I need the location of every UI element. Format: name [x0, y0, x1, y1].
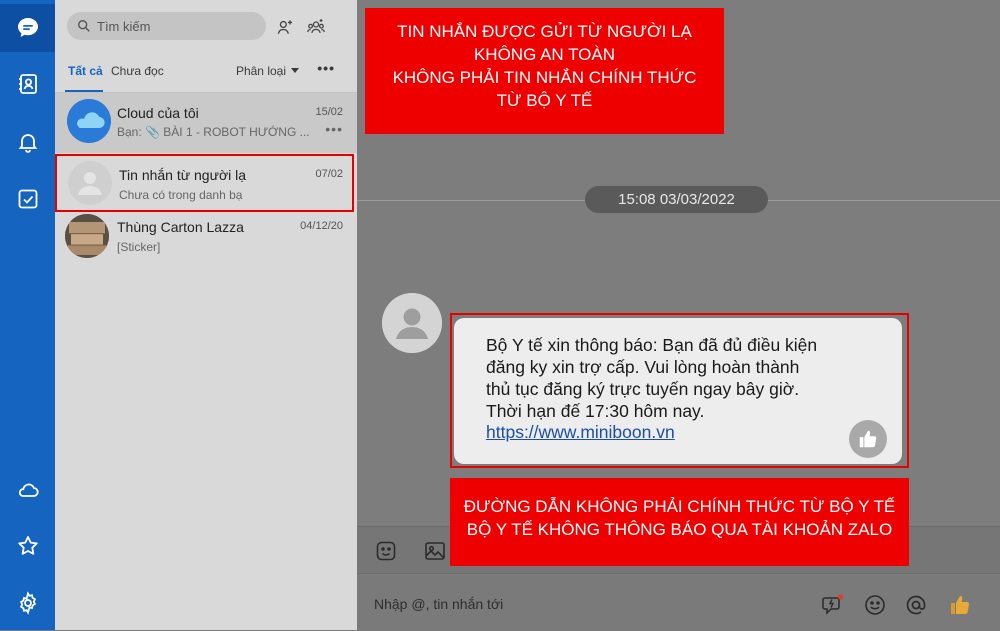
search-input[interactable]: Tìm kiếm [67, 12, 266, 40]
warning-banner-top: TIN NHẮN ĐƯỢC GỬI TỪ NGƯỜI LẠ KHÔNG AN T… [365, 8, 724, 134]
conversation-item-carton[interactable]: Thùng Carton Lazza [Sticker] 04/12/20 [55, 208, 357, 268]
message-timestamp: 15:08 03/03/2022 [585, 186, 768, 213]
quick-message-icon[interactable] [821, 593, 845, 617]
carton-avatar [65, 214, 109, 258]
search-icon [78, 20, 90, 32]
tab-unread[interactable]: Chưa đọc [111, 64, 164, 78]
active-tab-indicator [65, 90, 103, 92]
create-group-button[interactable] [303, 14, 329, 40]
conversation-date: 15/02 [315, 106, 343, 118]
conversation-name: Cloud của tôi [117, 105, 199, 121]
star-icon[interactable] [0, 522, 55, 570]
warning-line: BỘ Y TẾ KHÔNG THÔNG BÁO QUA TÀI KHOẢN ZA… [466, 520, 893, 539]
conversation-more-button[interactable]: ••• [325, 121, 343, 137]
conversation-preview: Bạn: 📎 BÀI 1 - ROBOT HƯỚNG ... [117, 125, 310, 139]
message-input-placeholder: Nhập @, tin nhắn tới [374, 596, 504, 612]
classify-dropdown[interactable]: Phân loại [236, 64, 299, 78]
warning-line: KHÔNG AN TOÀN [473, 45, 616, 64]
chat-icon[interactable] [0, 4, 55, 52]
thumbs-up-icon[interactable] [948, 593, 972, 617]
warning-line: TỪ BỘ Y TẾ [496, 91, 593, 110]
warning-line: TIN NHẮN ĐƯỢC GỬI TỪ NGƯỜI LẠ [397, 22, 692, 41]
conversation-date: 04/12/20 [300, 220, 343, 232]
add-friend-icon [277, 20, 293, 34]
sender-avatar[interactable] [382, 293, 442, 353]
sticker-icon[interactable] [374, 539, 398, 563]
todo-check-icon[interactable] [0, 175, 55, 223]
conversation-tabs: Tất cả Chưa đọc Phân loại ••• [55, 56, 357, 93]
carton-box-image [65, 214, 109, 258]
mention-icon[interactable] [904, 593, 928, 617]
tab-all[interactable]: Tất cả [68, 64, 103, 78]
conversation-item-cloud[interactable]: Cloud của tôi Bạn: 📎 BÀI 1 - ROBOT HƯỚNG… [55, 93, 357, 153]
warning-line: KHÔNG PHẢI TIN NHẮN CHÍNH THỨC [392, 68, 697, 87]
search-placeholder: Tìm kiếm [97, 18, 151, 34]
highlight-message [450, 313, 909, 468]
conversation-name: Thùng Carton Lazza [117, 219, 244, 235]
emoji-icon[interactable] [863, 593, 887, 617]
highlight-stranger-conversation [55, 154, 354, 212]
bell-icon[interactable] [0, 118, 55, 166]
cloud-icon[interactable] [0, 466, 55, 514]
conversation-preview: [Sticker] [117, 240, 161, 254]
add-friend-button[interactable] [272, 14, 298, 40]
settings-gear-icon[interactable] [0, 579, 55, 627]
cloud-icon [67, 99, 111, 143]
person-icon [382, 293, 442, 353]
nav-bar [0, 0, 55, 630]
message-input[interactable]: Nhập @, tin nhắn tới [357, 573, 1000, 631]
warning-banner-bottom: ĐƯỜNG DẪN KHÔNG PHẢI CHÍNH THỨC TỪ BỘ Y … [450, 478, 909, 566]
warning-line: ĐƯỜNG DẪN KHÔNG PHẢI CHÍNH THỨC TỪ BỘ Y … [463, 497, 896, 516]
cloud-avatar [67, 99, 111, 143]
contacts-icon[interactable] [0, 60, 55, 108]
more-options-button[interactable]: ••• [317, 60, 335, 76]
conversation-sidebar: Tìm kiếm Tất cả Chưa đọc Phân loại ••• C… [55, 0, 357, 630]
create-group-icon [307, 19, 325, 34]
image-icon[interactable] [423, 539, 447, 563]
